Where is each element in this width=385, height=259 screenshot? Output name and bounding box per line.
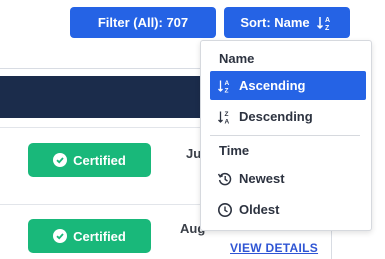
sort-az-icon: A Z [316,14,334,32]
menu-section-time: Time [219,143,250,158]
row-date: Ju [186,146,202,161]
certified-badge: Certified [28,143,151,177]
sort-option-label: Descending [239,109,313,124]
sort-option-label: Newest [239,171,285,186]
sort-ascending-icon: A Z [217,78,233,94]
menu-section-name: Name [219,51,255,66]
sort-option-oldest[interactable]: Oldest [210,195,366,224]
sort-option-descending[interactable]: Z A Descending [210,102,366,131]
check-circle-icon [53,153,68,167]
clock-icon [217,202,233,218]
sort-option-label: Ascending [239,78,306,93]
check-circle-icon [53,229,68,243]
view-details-link[interactable]: VIEW DETAILS [230,241,318,255]
certified-badge-label: Certified [73,152,126,168]
sort-option-newest[interactable]: Newest [210,164,366,193]
filter-button-label: Filter (All): 707 [97,15,189,30]
menu-divider [210,135,360,136]
svg-text:A: A [325,17,330,24]
filter-button[interactable]: Filter (All): 707 [70,7,216,38]
sort-option-ascending[interactable]: A Z Ascending [210,71,366,100]
svg-text:Z: Z [225,87,229,94]
svg-text:Z: Z [225,111,229,118]
certified-badge: Certified [28,219,151,253]
svg-text:A: A [225,80,230,87]
sort-button-label: Sort: Name [240,15,310,30]
sort-button[interactable]: Sort: Name A Z [224,7,350,38]
history-icon [217,171,233,187]
sort-dropdown-menu: Name A Z Ascending Z A Descending Time N… [200,40,372,231]
sort-option-label: Oldest [239,202,280,217]
certified-badge-label: Certified [73,228,126,244]
svg-text:Z: Z [325,25,330,32]
svg-text:A: A [225,118,230,125]
sort-descending-icon: Z A [217,109,233,125]
